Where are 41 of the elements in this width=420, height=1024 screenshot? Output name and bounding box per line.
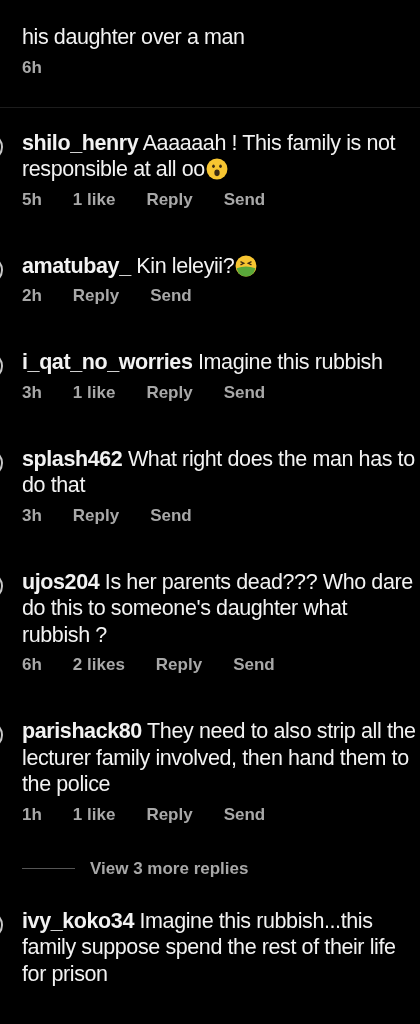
reply-link[interactable]: Reply [146,188,193,211]
comment-time: 6h [22,654,42,676]
comment-text: parishack80 They need to also strip all the lecturer family involved, then hand them to the police [22,718,416,798]
send-link[interactable]: Send [223,381,266,404]
comment-text: ujos204 Is her parents dead??? Who dare do this to someone's daughter what rubbish ? [22,568,414,648]
send-link[interactable]: Send [233,654,275,676]
comment-text: i_qat_no_worries Imagine this rubbish [22,349,384,376]
likes-count[interactable]: 2 likes [72,654,125,676]
comment-time: 3h [22,381,42,404]
surprised-face-icon [205,158,228,180]
username-link[interactable]: shilo_henry [22,130,139,155]
reply-link[interactable]: Reply [72,504,120,527]
comment-time: 1h [22,803,42,826]
comment-time: 2h [22,285,42,307]
comment-text: ivy_koko34 Imagine this rubbish...this family suppose spend the rest of their life for prison [22,907,397,987]
nauseated-face-icon [235,254,258,277]
likes-count[interactable]: 1 like [72,803,116,826]
send-link[interactable]: Send [150,285,192,307]
comment-text: his daughter over a man [22,24,246,51]
username-link[interactable]: ujos204 [22,569,100,594]
view-replies-link[interactable]: View 3 more replies [90,857,249,880]
reply-link[interactable]: Reply [155,654,203,676]
send-link[interactable]: Send [223,803,266,826]
likes-count[interactable]: 1 like [72,381,116,404]
comment-text: splash462 What right does the man has to do that [22,445,416,499]
send-link[interactable]: Send [150,504,192,527]
reply-link[interactable]: Reply [146,803,193,826]
reply-link[interactable]: Reply [146,381,193,404]
username-link[interactable]: amatubay_ [22,253,131,278]
username-link[interactable]: ivy_koko34 [22,908,134,933]
likes-count[interactable]: 1 like [72,188,116,211]
comment-time: 3h [22,504,42,527]
username-link[interactable]: parishack80 [22,719,142,743]
comment-text: amatubay_ Kin leleyii? [22,252,416,279]
comment-time: 5h [22,188,42,211]
username-link[interactable]: i_qat_no_worries [22,350,193,374]
username-link[interactable]: splash462 [22,446,123,471]
comment-time: 6h [22,56,42,79]
reply-link[interactable]: Reply [72,285,120,307]
send-link[interactable]: Send [223,188,266,211]
comment-text: shilo_henry Aaaaaah ! This family is not responsible at all oo [22,129,397,183]
